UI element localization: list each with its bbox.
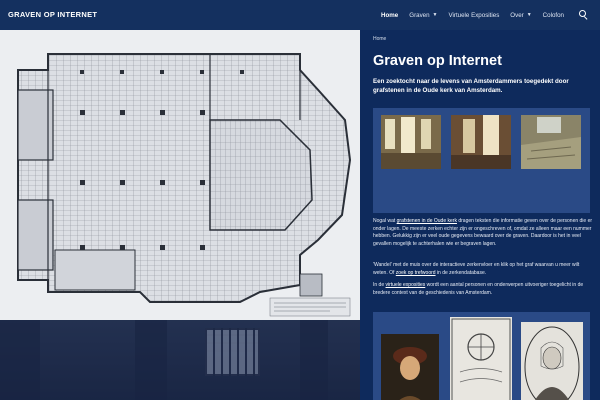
paragraph-exposities: In de virtuele exposities wordt een aant…	[373, 282, 595, 297]
text: In de	[373, 282, 386, 288]
link-zoek-op-trefwoord[interactable]: zoek op trefwoord	[396, 270, 436, 276]
text: in de zerkendatabase.	[435, 269, 487, 276]
chevron-down-icon: ▼	[526, 12, 532, 18]
nav-label: Home	[381, 11, 399, 19]
nav-label: Virtuele Exposities	[448, 11, 500, 19]
content-panel: Home Graven op Internet Een zoektocht na…	[360, 30, 600, 400]
gallery-photo[interactable]	[451, 115, 511, 169]
link-virtuele-exposities[interactable]: virtuele exposities	[386, 282, 426, 288]
chevron-down-icon: ▼	[432, 12, 438, 18]
photo-gallery	[373, 108, 590, 213]
nav-label: Over	[510, 11, 524, 19]
gallery-photo[interactable]	[521, 115, 581, 169]
nav-item-virtuele-exposities[interactable]: Virtuele Exposities	[449, 12, 500, 19]
text: Nogal wat	[373, 218, 397, 224]
hero-shade	[0, 320, 360, 400]
nav-label: Colofon	[542, 11, 564, 19]
breadcrumb[interactable]: Home	[373, 36, 386, 42]
exposition-engraving[interactable]	[521, 322, 583, 400]
site-title[interactable]: GRAVEN OP INTERNET	[8, 10, 97, 19]
page-title: Graven op Internet	[373, 53, 502, 69]
search-icon[interactable]	[578, 10, 588, 20]
nav-item-over[interactable]: Over ▼	[510, 12, 531, 19]
paragraph-grafstenen: Nogal wat grafstenen in de Oude kerk dra…	[373, 218, 595, 248]
floor-plan-drawing	[0, 30, 360, 320]
hero-image	[0, 30, 360, 400]
gallery-photo[interactable]	[381, 115, 441, 169]
link-grafstenen[interactable]: grafstenen in de Oude kerk	[397, 218, 457, 224]
exposition-document[interactable]	[450, 317, 512, 400]
paragraph-wandel: 'Wandel' met de muis over de interactiev…	[373, 262, 595, 277]
main-nav: Home Graven ▼ Virtuele Exposities Over ▼ C…	[370, 0, 588, 30]
nav-item-home[interactable]: Home	[381, 12, 398, 19]
exposition-gallery	[373, 312, 590, 400]
exposition-portrait[interactable]	[381, 334, 439, 400]
nav-label: Graven	[409, 11, 430, 19]
site-header: GRAVEN OP INTERNET Home Graven ▼ Virtuele…	[0, 0, 600, 30]
nav-item-graven[interactable]: Graven ▼	[409, 12, 437, 19]
intro-text: Een zoektocht naar de levens van Amsterd…	[373, 78, 569, 94]
nav-item-colofon[interactable]: Colofon	[543, 12, 564, 19]
interactive-floor-plan[interactable]	[0, 30, 360, 320]
